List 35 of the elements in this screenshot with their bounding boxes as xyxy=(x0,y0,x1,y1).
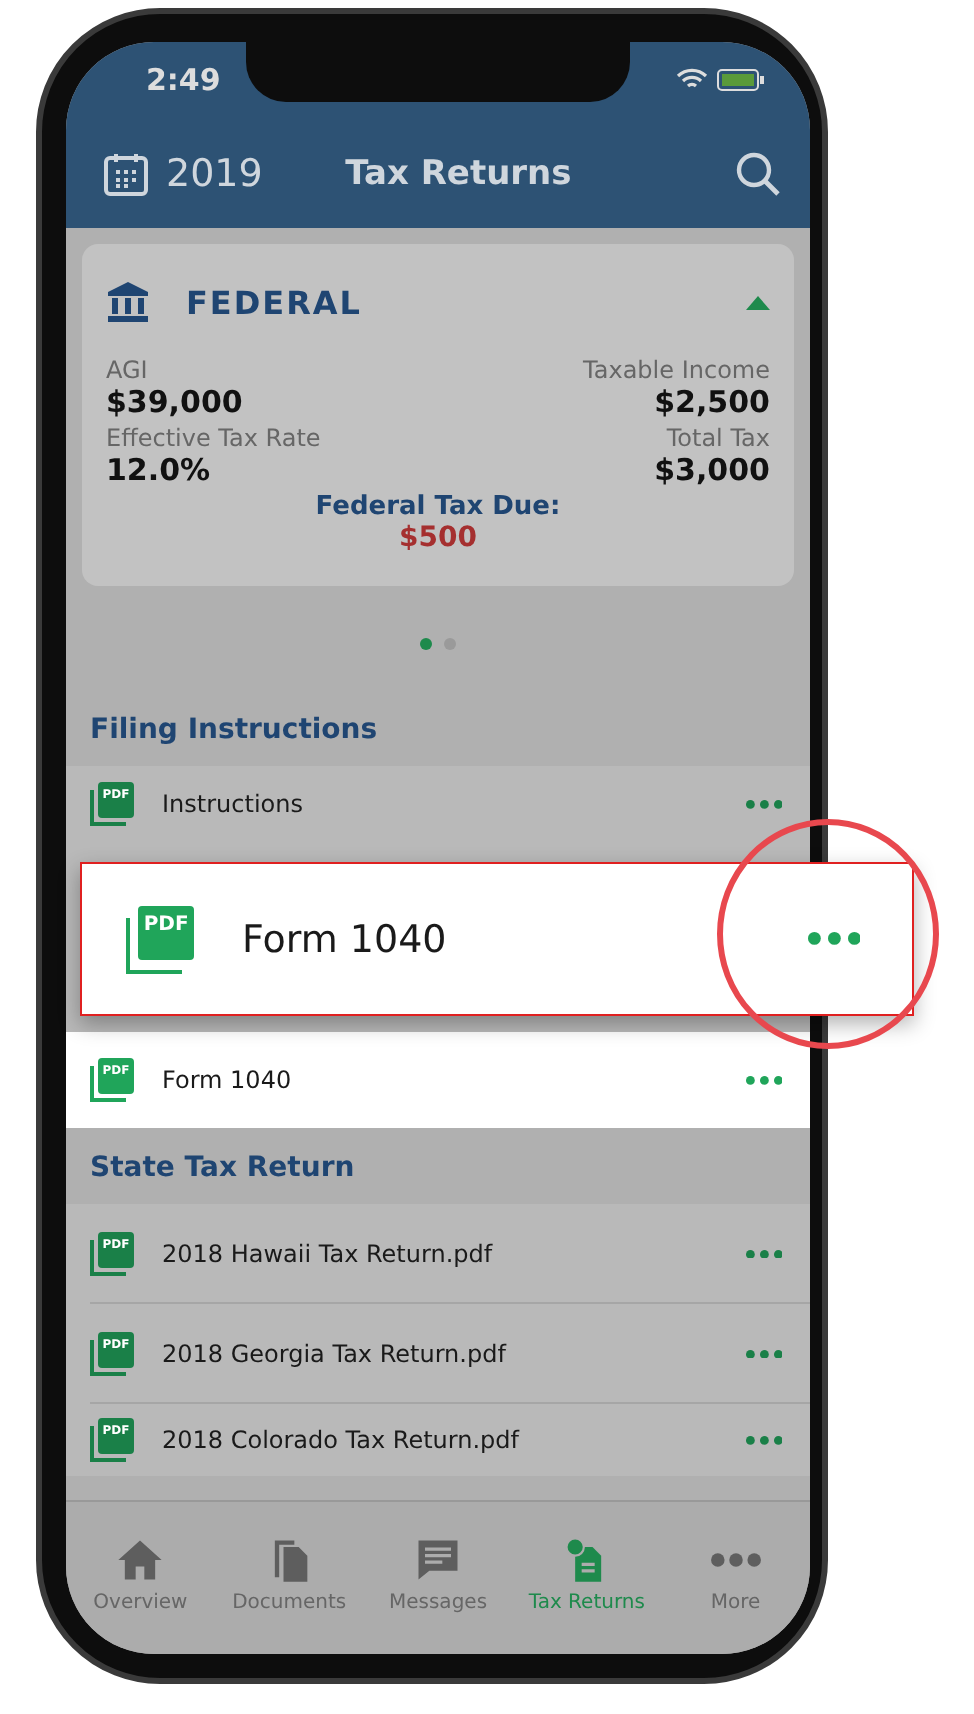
tax-due-amount: $500 xyxy=(399,522,477,555)
more-icon[interactable] xyxy=(745,1249,782,1259)
more-icon[interactable] xyxy=(745,800,782,810)
bank-icon xyxy=(106,280,150,325)
status-time: 2:49 xyxy=(146,61,221,98)
file-name: 2018 Hawaii Tax Return.pdf xyxy=(162,1239,495,1268)
file-name: Instructions xyxy=(162,790,305,819)
page-indicator-dot[interactable] xyxy=(420,638,432,651)
file-name: 2018 Colorado Tax Return.pdf xyxy=(162,1426,522,1455)
stat-value: $2,500 xyxy=(654,384,770,421)
screen-title: Tax Returns xyxy=(343,153,574,194)
file-name: Form 1040 xyxy=(242,917,449,961)
card-title: FEDERAL xyxy=(186,283,364,322)
file-name: Form 1040 xyxy=(162,1066,294,1095)
stat-label: AGI xyxy=(106,356,148,385)
more-icon[interactable] xyxy=(745,1349,782,1359)
stat-label: Total Tax xyxy=(666,424,770,453)
stat-value: 12.0% xyxy=(106,452,211,489)
stat-label: Taxable Income xyxy=(583,356,770,385)
stat-value: $3,000 xyxy=(654,452,770,489)
year-selector[interactable]: 2019 xyxy=(166,151,263,196)
stat-label: Effective Tax Rate xyxy=(106,424,321,453)
tax-due-label: Federal Tax Due: xyxy=(315,492,561,523)
more-icon[interactable] xyxy=(745,1436,782,1446)
section-heading: State Tax Return xyxy=(88,1152,357,1189)
more-icon[interactable] xyxy=(745,1076,782,1086)
calendar-icon[interactable] xyxy=(102,149,150,198)
section-heading: Filing Instructions xyxy=(88,714,380,751)
search-icon[interactable] xyxy=(734,149,782,198)
status-icons xyxy=(674,65,766,94)
more-icon xyxy=(709,1552,762,1568)
stat-value: $39,000 xyxy=(106,384,243,421)
file-name: 2018 Georgia Tax Return.pdf xyxy=(162,1339,509,1368)
collapse-caret-icon[interactable] xyxy=(746,295,770,310)
more-icon[interactable] xyxy=(807,932,860,946)
